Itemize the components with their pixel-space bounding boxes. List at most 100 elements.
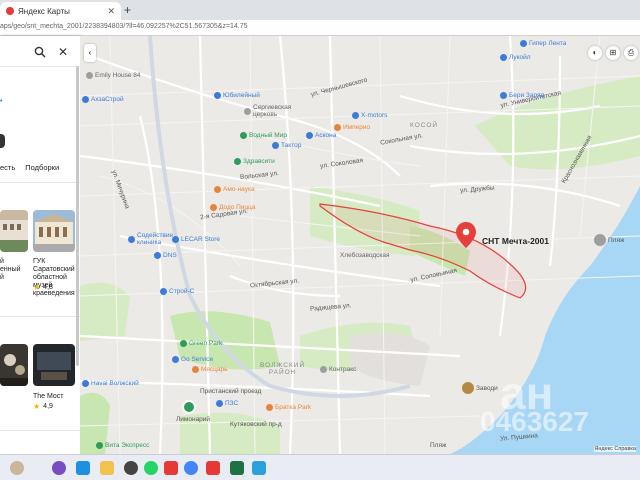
browser-tabbar: Яндекс Карты ✕ + (0, 0, 640, 20)
poi-dot-icon (214, 92, 221, 99)
poi-marker[interactable]: Строй-С (160, 288, 194, 295)
poi-marker[interactable]: X-motors (352, 112, 387, 119)
new-tab-button[interactable]: + (124, 3, 131, 17)
layers-button[interactable]: ◐ (588, 46, 602, 60)
panel-indicator (0, 134, 5, 148)
poi-marker[interactable]: Асконa (306, 132, 336, 139)
search-icon[interactable] (34, 46, 46, 58)
card-image[interactable] (0, 210, 28, 252)
poi-marker[interactable]: Haval Волжский (82, 380, 139, 387)
poi-marker[interactable]: Здравсити (234, 158, 275, 165)
app-icon[interactable] (124, 461, 138, 475)
poi-marker[interactable]: Заводи (462, 382, 498, 394)
food-icon (192, 366, 199, 373)
poi-marker[interactable]: Green Park (180, 340, 222, 347)
poi-marker[interactable]: Бери Заряд (500, 92, 544, 99)
selected-place-label[interactable]: СНТ Мечта-2001 (482, 236, 549, 246)
map-attribution[interactable]: Яндекс Справка (594, 446, 636, 452)
search-row: ✕ (0, 42, 80, 64)
rating: ★ 4,9 (33, 402, 53, 411)
poi-marker[interactable]: Хлебозаводская (340, 252, 390, 259)
yandex-maps-favicon-icon (6, 7, 14, 15)
car-icon (82, 380, 89, 387)
browser-tab[interactable]: Яндекс Карты ✕ (0, 2, 121, 20)
address-bar[interactable]: aps/geo/snt_mechta_2001/2238394803/?ll=4… (0, 20, 640, 36)
poi-marker[interactable]: Додо Пицца (210, 204, 256, 211)
pizza-icon (210, 204, 217, 211)
poi-marker[interactable]: Мясцарь (192, 366, 228, 373)
shop-icon (272, 142, 279, 149)
poi-marker[interactable]: Водный Мир (240, 132, 287, 139)
charger-icon (500, 92, 507, 99)
poi-marker[interactable]: Амо-наука (214, 186, 255, 193)
district-label: КОСОЙ (410, 122, 439, 129)
card-image[interactable] (0, 344, 28, 386)
card-image[interactable] (33, 344, 75, 386)
card-title[interactable]: й енный й (0, 258, 21, 282)
video-icon[interactable] (206, 461, 220, 475)
telegram-icon[interactable] (252, 461, 266, 475)
tab-close-icon[interactable]: ✕ (107, 6, 115, 17)
divider (0, 430, 80, 431)
food-icon (214, 186, 221, 193)
card-image[interactable] (33, 210, 75, 252)
card-title[interactable]: ГУК Саратовский областной музей краеведе… (33, 258, 79, 298)
poi-marker[interactable]: АхзаСтрой (82, 96, 124, 103)
poi-marker[interactable]: ПЗС (216, 400, 238, 407)
poi-marker[interactable] (182, 400, 196, 414)
link-dots[interactable]: • (0, 98, 2, 105)
user-avatar-icon[interactable] (10, 461, 24, 475)
poi-marker[interactable]: Emily House 84 (86, 72, 141, 79)
rating: ★ 4,8 (33, 283, 53, 292)
print-button[interactable]: ⎙ (624, 46, 638, 60)
street-label: Кутяковский пр-д (230, 421, 282, 428)
building-icon (320, 366, 327, 373)
park-area (80, 282, 130, 341)
os-taskbar (0, 454, 640, 480)
district-label: ВОЛЖСКИЙ РАЙОН (260, 362, 306, 376)
service-icon (216, 400, 223, 407)
poi-marker[interactable]: LECAR Store (172, 236, 220, 243)
poi-marker[interactable]: Империо (334, 124, 370, 131)
map-canvas[interactable]: ‹ СНТ Мечта-2001 ВОЛЖСКИЙ РАЙОН КОСОЙ ул… (80, 36, 640, 454)
chip-podborki[interactable]: Подборки (25, 163, 59, 172)
shop-icon (520, 40, 527, 47)
car-icon (352, 112, 359, 119)
car-icon (172, 236, 179, 243)
clinic-icon (128, 235, 135, 243)
poi-marker[interactable]: Вита Экспресс (96, 442, 149, 449)
poi-marker[interactable]: Контракс (320, 366, 356, 373)
whatsapp-icon[interactable] (144, 461, 158, 475)
ruler-button[interactable]: ⊞ (606, 46, 620, 60)
poi-marker[interactable]: DNS (154, 252, 177, 259)
excel-icon[interactable] (230, 461, 244, 475)
poi-marker[interactable]: Гипер Лента (520, 40, 566, 47)
pharmacy-icon (96, 442, 103, 449)
panel-scrollbar[interactable] (76, 66, 79, 366)
poi-marker[interactable]: Юбилейный (214, 92, 260, 99)
photo-marker-icon (462, 382, 474, 394)
poi-marker[interactable]: Братка Park (266, 404, 311, 411)
close-icon[interactable]: ✕ (58, 45, 68, 59)
poi-marker[interactable]: Содействие клиника (128, 232, 173, 246)
poi-marker[interactable]: Лукойл (500, 54, 531, 61)
alice-icon[interactable] (52, 461, 66, 475)
search-panel: ✕ • есть Подборки й енный й ГУК Саратовс… (0, 36, 80, 466)
park-icon (266, 404, 273, 411)
poi-marker[interactable]: Сергиевская церковь (244, 104, 291, 118)
chrome-icon[interactable] (184, 461, 198, 475)
card-title[interactable]: The Мост (33, 393, 64, 401)
chip-est[interactable]: есть (0, 163, 15, 172)
explorer-icon[interactable] (100, 461, 114, 475)
url-text[interactable]: aps/geo/snt_mechta_2001/2238394803/?ll=4… (0, 23, 248, 30)
poi-marker[interactable]: Пляж (430, 442, 446, 449)
poi-marker[interactable]: Тактор (272, 142, 301, 149)
poi-marker[interactable]: Go Service (172, 356, 213, 363)
shop-icon (160, 288, 167, 295)
edge-icon[interactable] (76, 461, 90, 475)
poi-marker[interactable]: Пляж (594, 234, 624, 246)
yandex-icon[interactable] (164, 461, 178, 475)
industrial-area (350, 332, 430, 386)
collapse-panel-button[interactable]: ‹ (84, 44, 96, 62)
poi-label[interactable]: Лимонарий (176, 416, 210, 423)
